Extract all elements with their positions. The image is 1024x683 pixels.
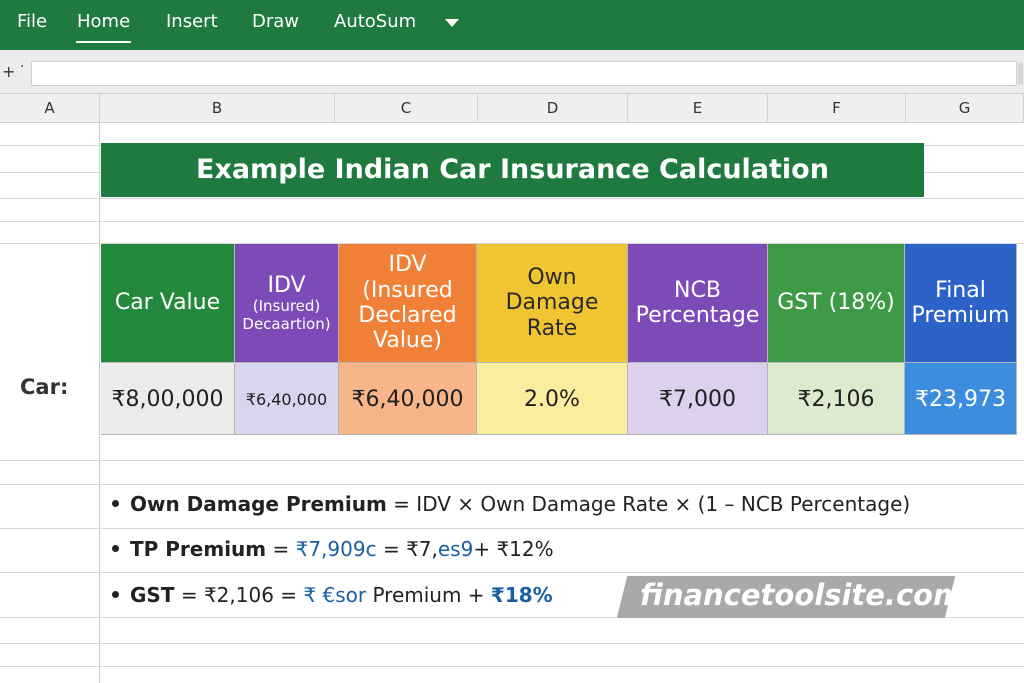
bullet-term: TP Premium: [130, 537, 267, 561]
value-own-damage-rate[interactable]: 2.0%: [477, 362, 628, 435]
column-header-g[interactable]: G: [906, 94, 1024, 123]
header-ncb-percentage[interactable]: NCB Percentage: [628, 244, 768, 362]
gridline: [0, 460, 1024, 461]
row-label: Car:: [20, 375, 69, 399]
dot-icon: ·: [20, 59, 25, 75]
bullet-term: GST: [130, 583, 175, 607]
menu-file[interactable]: File: [17, 11, 47, 32]
column-header-b[interactable]: B: [100, 94, 335, 123]
gridline: [0, 666, 1024, 667]
header-idv-declared[interactable]: IDV (Insured Declared Value): [339, 244, 477, 362]
gridline: [0, 643, 1024, 644]
bullet-end: + ₹12%: [473, 537, 554, 561]
header-label: Car Value: [114, 290, 221, 316]
bullet-gst: GST = ₹2,106 = ₹ €sor Premium + ₹18%: [112, 583, 553, 607]
header-final-premium[interactable]: Final Premium: [905, 244, 1017, 362]
watermark-text: financetoolsite.com: [640, 578, 964, 612]
formula-scrollbar[interactable]: [1018, 63, 1023, 85]
ribbon-dropdown-icon[interactable]: [445, 19, 459, 27]
column-header-e[interactable]: E: [628, 94, 768, 123]
column-header-a[interactable]: A: [0, 94, 100, 123]
plus-icon[interactable]: +: [2, 62, 15, 81]
gridline: [0, 484, 1024, 485]
header-own-damage-rate[interactable]: Own Damage Rate: [477, 244, 628, 362]
bullet-eq: = ₹2,106 =: [174, 583, 304, 607]
menu-draw[interactable]: Draw: [252, 11, 299, 32]
sheet-title[interactable]: Example Indian Car Insurance Calculation: [101, 143, 924, 197]
header-label: NCB Percentage: [635, 277, 760, 328]
value-car-value[interactable]: ₹8,00,000: [101, 362, 235, 435]
column-header-f[interactable]: F: [768, 94, 906, 123]
bullet-eq: =: [266, 537, 296, 561]
header-label: Final Premium: [911, 277, 1010, 328]
header-gst[interactable]: GST (18%): [768, 244, 905, 362]
bullet-icon: [112, 591, 119, 598]
value-final-premium[interactable]: ₹23,973: [905, 362, 1017, 435]
bullet-value: es9: [437, 537, 474, 561]
value-gst[interactable]: ₹2,106: [768, 362, 905, 435]
menu-home[interactable]: Home: [75, 11, 132, 43]
menu-autosum[interactable]: AutoSum: [334, 11, 416, 32]
formula-input[interactable]: [31, 61, 1017, 86]
value-idv-declared[interactable]: ₹6,40,000: [339, 362, 477, 435]
bullet-value: ₹ €sor: [303, 583, 367, 607]
column-header-c[interactable]: C: [335, 94, 478, 123]
bullet-value: ₹18%: [490, 583, 553, 607]
bullet-icon: [112, 545, 119, 552]
header-label: Own Damage Rate: [505, 265, 599, 341]
ribbon: [0, 0, 1024, 50]
gridline: [0, 221, 1024, 222]
header-idv[interactable]: IDV (Insured) Decaartion): [235, 244, 339, 362]
bullet-icon: [112, 500, 119, 507]
value-ncb[interactable]: ₹7,000: [628, 362, 768, 435]
column-header-d[interactable]: D: [478, 94, 628, 123]
value-idv[interactable]: ₹6,40,000: [235, 362, 339, 435]
gridline: [0, 198, 1024, 199]
header-label: IDV: [267, 273, 306, 299]
header-label: IDV (Insured Declared Value): [358, 252, 457, 354]
bullet-term: Own Damage Premium: [130, 492, 387, 516]
bullet-value: ₹7,909c: [295, 537, 377, 561]
bullet-mid: = ₹7,: [376, 537, 438, 561]
bullet-mid: Premium +: [366, 583, 491, 607]
header-label: GST (18%): [777, 290, 895, 316]
gridline: [0, 572, 1024, 573]
row-gutter: [0, 123, 100, 683]
header-sublabel: (Insured) Decaartion): [242, 297, 331, 333]
bullet-formula: = IDV × Own Damage Rate × (1 – NCB Perce…: [386, 492, 911, 516]
bullet-tp-premium: TP Premium = ₹7,909c = ₹7,es9+ ₹12%: [112, 537, 554, 561]
header-car-value[interactable]: Car Value: [101, 244, 235, 362]
menu-insert[interactable]: Insert: [166, 11, 218, 32]
gridline: [0, 528, 1024, 529]
bullet-own-damage: Own Damage Premium = IDV × Own Damage Ra…: [112, 492, 910, 516]
